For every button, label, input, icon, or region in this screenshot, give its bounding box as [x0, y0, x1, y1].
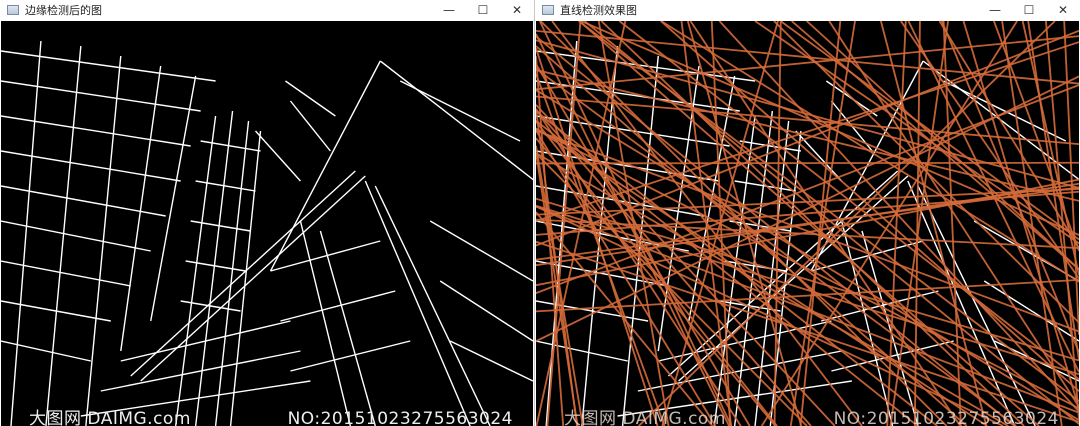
title-bar[interactable]: 直线检测效果图 — ☐ ✕: [535, 0, 1080, 20]
close-icon: ✕: [511, 3, 523, 17]
maximize-button[interactable]: ☐: [1012, 0, 1046, 20]
edge-line: [399, 80, 521, 142]
app-icon: [7, 5, 19, 15]
edge-window: 边缘检测后的图 — ☐ ✕ 大图网 DAIMG.com NO:201510232…: [0, 0, 535, 426]
close-button[interactable]: ✕: [1046, 0, 1080, 20]
minimize-button[interactable]: —: [432, 0, 466, 20]
line-detect-window: 直线检测效果图 — ☐ ✕ 大图网 DAIMG.com NO:201510232…: [535, 0, 1080, 426]
edge-line: [120, 320, 291, 362]
edge-line: [130, 170, 356, 377]
close-button[interactable]: ✕: [500, 0, 534, 20]
app-icon: [542, 5, 554, 15]
edge-line: [449, 340, 533, 382]
edge-line: [185, 260, 246, 272]
watermark-number: NO:20151023275563024: [287, 409, 513, 426]
minimize-icon: —: [989, 3, 1001, 17]
edge-line: [190, 220, 251, 232]
edge-line: [200, 140, 261, 152]
edge-line: [536, 340, 628, 362]
edge-line: [1, 220, 151, 252]
hough-line: [536, 63, 751, 426]
hough-line: [536, 89, 1079, 421]
maximize-button[interactable]: ☐: [466, 0, 500, 20]
watermark-site: 大图网 DAIMG.com: [564, 409, 726, 426]
edge-line: [1, 260, 131, 287]
hough-line: [536, 120, 778, 426]
maximize-icon: ☐: [477, 3, 489, 17]
edge-line: [255, 130, 301, 182]
hough-line: [583, 21, 1079, 425]
edge-line: [10, 40, 42, 426]
edge-line: [285, 80, 336, 117]
watermark-site: 大图网 DAIMG.com: [29, 409, 191, 426]
line-image: [536, 21, 1079, 426]
edge-line: [1, 80, 201, 112]
edge-line: [174, 115, 217, 426]
edge-line: [429, 220, 533, 282]
edge-line: [270, 240, 381, 272]
window-controls: — ☐ ✕: [978, 0, 1080, 20]
hough-line: [536, 161, 1079, 165]
edge-line: [439, 280, 533, 342]
edge-line: [150, 75, 197, 322]
edge-image-canvas: 大图网 DAIMG.com NO:20151023275563024: [1, 21, 533, 426]
edge-line: [1, 340, 91, 362]
maximize-icon: ☐: [1023, 3, 1035, 17]
edge-line: [85, 55, 122, 426]
close-icon: ✕: [1057, 3, 1069, 17]
edge-line: [290, 340, 411, 372]
edge-line: [861, 230, 919, 426]
edge-image: [1, 40, 533, 426]
edge-line: [1, 115, 191, 147]
edge-line: [319, 230, 376, 426]
edge-line: [1, 150, 181, 182]
title-bar[interactable]: 边缘检测后的图 — ☐ ✕: [0, 0, 534, 20]
edge-line: [195, 180, 256, 192]
window-title: 边缘检测后的图: [25, 4, 102, 17]
edge-line: [1, 50, 216, 82]
edge-line: [364, 180, 471, 426]
watermark-number: NO:20151023275563024: [833, 409, 1059, 426]
edge-line: [229, 130, 262, 426]
minimize-button[interactable]: —: [978, 0, 1012, 20]
edge-line: [379, 60, 533, 181]
minimize-icon: —: [443, 3, 455, 17]
window-controls: — ☐ ✕: [432, 0, 534, 20]
window-title: 直线检测效果图: [560, 4, 637, 17]
line-image-canvas: 大图网 DAIMG.com NO:20151023275563024: [536, 21, 1079, 426]
